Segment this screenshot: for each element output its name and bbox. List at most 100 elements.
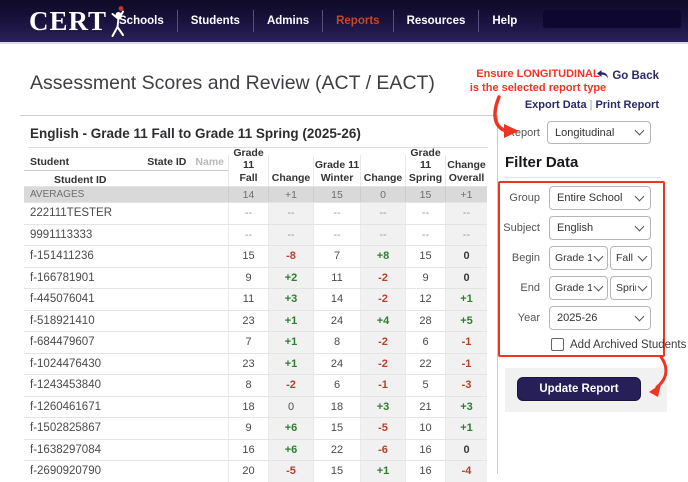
report-select-value: Longitudinal <box>555 127 633 139</box>
change-cell: +1 <box>360 461 405 482</box>
student-id-cell: AVERAGES <box>24 187 228 202</box>
change-cell: -- <box>268 203 313 224</box>
change-cell: +1 <box>268 354 313 375</box>
nav-search-box[interactable] <box>543 10 681 28</box>
change-overall-cell: +3 <box>445 397 487 418</box>
begin-grade-select[interactable]: Grade 11 <box>549 246 608 270</box>
student-id-header-label[interactable]: Student ID <box>54 174 107 186</box>
winter-score-cell: 24 <box>313 311 360 332</box>
spring-score-cell: 10 <box>405 418 445 439</box>
subject-select-value: English <box>557 222 633 234</box>
spring-score-cell: 6 <box>405 332 445 353</box>
report-select-label: Report <box>485 127 540 139</box>
chevron-down-icon <box>635 191 645 201</box>
change-overall-cell: 0 <box>445 268 487 289</box>
change1-header[interactable]: Change <box>268 155 313 186</box>
fall-score-cell: 7 <box>228 332 268 353</box>
fall-score-cell: 8 <box>228 375 268 396</box>
nav-item-help[interactable]: Help <box>479 15 530 27</box>
group-label: Group <box>488 192 540 204</box>
print-report-link[interactable]: Print Report <box>595 99 659 111</box>
table-row: f-6844796077+18-26-1 <box>24 331 487 353</box>
spring-score-cell: 16 <box>405 440 445 461</box>
change-cell: +1 <box>268 332 313 353</box>
table-row: f-126046167118018+321+3 <box>24 396 487 418</box>
panel-divider <box>497 115 498 474</box>
nav-item-schools[interactable]: Schools <box>106 15 177 27</box>
subject-label: Subject <box>488 222 540 234</box>
end-term-value: Spring <box>616 282 636 294</box>
fall-score-cell: 14 <box>228 187 268 202</box>
scores-table: Student State ID Name Student ID Grade 1… <box>24 155 487 482</box>
nav-item-reports[interactable]: Reports <box>323 15 392 27</box>
winter-score-cell: 15 <box>313 461 360 482</box>
nav-item-resources[interactable]: Resources <box>394 15 479 27</box>
student-id-cell: f-151411236 <box>24 246 228 267</box>
student-header-label[interactable]: Student <box>30 156 69 168</box>
student-id-cell: 9991113333 <box>24 225 228 246</box>
year-select[interactable]: 2025-26 <box>549 306 651 330</box>
spring-score-cell: -- <box>405 225 445 246</box>
chevron-down-icon <box>635 311 645 321</box>
fall-score-cell: 20 <box>228 461 268 482</box>
name-header-label[interactable]: Name <box>195 156 224 168</box>
change2-header[interactable]: Change <box>360 155 405 186</box>
state-id-header-label[interactable]: State ID <box>147 156 186 168</box>
change-overall-header[interactable]: Change Overall <box>445 155 487 186</box>
change-cell: -- <box>360 225 405 246</box>
student-id-cell: f-1502825867 <box>24 418 228 439</box>
annotation-line2: is the selected report type <box>466 82 610 96</box>
change-overall-cell: +1 <box>445 418 487 439</box>
export-data-link[interactable]: Export Data <box>525 99 587 111</box>
nav-item-admins[interactable]: Admins <box>254 15 322 27</box>
student-column-header: Student State ID Name Student ID <box>24 155 228 186</box>
student-id-cell: f-684479607 <box>24 332 228 353</box>
change-overall-cell: -1 <box>445 354 487 375</box>
table-row: 222111TESTER------------ <box>24 202 487 224</box>
student-id-cell: 222111TESTER <box>24 203 228 224</box>
grade11-winter-header[interactable]: Grade 11 Winter <box>313 155 360 186</box>
update-report-button[interactable]: Update Report <box>517 377 641 401</box>
change-cell: +6 <box>268 418 313 439</box>
winter-score-cell: 15 <box>313 418 360 439</box>
change-overall-cell: 0 <box>445 246 487 267</box>
go-back-link[interactable]: Go Back <box>596 69 659 83</box>
spring-score-cell: 15 <box>405 246 445 267</box>
winter-score-cell: 11 <box>313 268 360 289</box>
group-select[interactable]: Entire School <box>549 186 651 210</box>
fall-score-cell: -- <box>228 203 268 224</box>
grade11-spring-header[interactable]: Grade 11 Spring <box>405 155 445 186</box>
filter-data-heading: Filter Data <box>505 154 578 171</box>
change-cell: -2 <box>360 268 405 289</box>
end-grade-select[interactable]: Grade 11 <box>549 276 608 300</box>
chevron-down-icon <box>594 251 604 261</box>
winter-score-cell: 22 <box>313 440 360 461</box>
begin-term-select[interactable]: Fall <box>610 246 652 270</box>
chevron-down-icon <box>635 221 645 231</box>
fall-score-cell: 15 <box>228 246 268 267</box>
top-navbar: CERT SchoolsStudentsAdminsReportsResourc… <box>0 0 688 44</box>
nav-item-students[interactable]: Students <box>178 15 253 27</box>
student-id-cell: f-1260461671 <box>24 397 228 418</box>
report-select[interactable]: Longitudinal <box>547 121 651 144</box>
table-header: Student State ID Name Student ID Grade 1… <box>24 155 487 186</box>
group-select-value: Entire School <box>557 192 633 204</box>
header-divider <box>20 115 497 116</box>
spring-score-cell: 28 <box>405 311 445 332</box>
end-grade-value: Grade 11 <box>555 282 592 294</box>
subject-select[interactable]: English <box>549 216 651 240</box>
spring-score-cell: 22 <box>405 354 445 375</box>
change-cell: +1 <box>268 187 313 202</box>
change-cell: +2 <box>268 268 313 289</box>
grade11-fall-header[interactable]: Grade 11 Fall <box>228 155 268 186</box>
student-id-cell: f-1638297084 <box>24 440 228 461</box>
fall-score-cell: 16 <box>228 440 268 461</box>
change-cell: -2 <box>360 332 405 353</box>
change-cell: -- <box>360 203 405 224</box>
report-subtitle: English - Grade 11 Fall to Grade 11 Spri… <box>30 126 361 141</box>
student-id-cell: f-518921410 <box>24 311 228 332</box>
fall-score-cell: 11 <box>228 289 268 310</box>
end-term-select[interactable]: Spring <box>610 276 652 300</box>
change-overall-cell: -- <box>445 225 487 246</box>
archived-students-checkbox[interactable] <box>551 338 564 351</box>
